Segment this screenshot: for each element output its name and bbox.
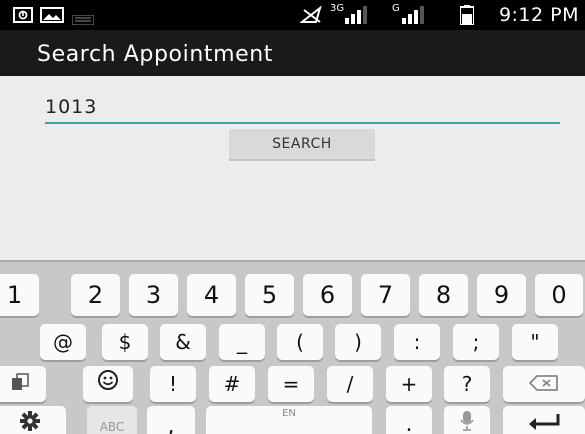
enter-key[interactable] [503,406,585,434]
key-6[interactable]: 6 [303,274,352,316]
key-5[interactable]: 5 [245,274,294,316]
clipboard-icon [11,366,29,402]
key-dollar[interactable]: $ [102,324,148,360]
status-time: 9:12 PM [498,4,579,26]
key-quote[interactable]: " [512,324,558,360]
key-7[interactable]: 7 [361,274,410,316]
screen: 3G G 9:12 PM Search Appointment 1013 SEA… [0,0,585,434]
signal-3g-icon [345,6,367,28]
backspace-icon [528,366,559,402]
microphone-key[interactable] [444,406,490,434]
page-title: Search Appointment [37,42,274,67]
backspace-key[interactable] [503,366,585,402]
network-type-g: G [392,3,400,14]
status-bar: 3G G 9:12 PM [0,0,585,30]
key-slash[interactable]: / [327,366,373,402]
key-colon[interactable]: : [394,324,440,360]
key-3[interactable]: 3 [129,274,178,316]
airplane-signal-icon [299,5,324,28]
key-open-paren[interactable]: ( [277,324,323,360]
keyboard-notification-icon [71,10,95,29]
key-semicolon[interactable]: ; [453,324,499,360]
key-exclamation[interactable]: ! [150,366,196,402]
key-equals[interactable]: = [268,366,314,402]
key-close-paren[interactable]: ) [335,324,381,360]
language-label: EN [282,408,296,419]
key-8[interactable]: 8 [419,274,468,316]
key-period[interactable]: . [386,406,432,434]
emoji-key[interactable] [83,366,133,402]
signal-g-icon [402,6,424,28]
key-2[interactable]: 2 [71,274,120,316]
emoji-icon [97,366,119,402]
microphone-icon [459,410,475,434]
abc-key[interactable]: ABC [87,406,137,434]
search-input[interactable]: 1013 [45,96,560,124]
key-at[interactable]: @ [40,324,86,360]
key-ampersand[interactable]: & [160,324,206,360]
search-content: 1013 SEARCH [0,76,585,260]
enter-icon [527,412,561,434]
network-type-3g: 3G [330,3,345,14]
battery-icon [459,5,475,29]
key-comma[interactable]: , [147,406,195,434]
settings-icon [19,410,41,434]
notification-icon [13,7,33,27]
key-question[interactable]: ? [444,366,490,402]
abc-label: ABC [99,420,125,434]
clipboard-key[interactable] [0,366,46,402]
key-4[interactable]: 4 [187,274,236,316]
key-plus[interactable]: + [386,366,432,402]
app-bar: Search Appointment [0,30,585,76]
search-button[interactable]: SEARCH [229,129,375,161]
settings-key[interactable] [0,406,66,434]
space-key[interactable]: EN [206,406,372,434]
key-hash[interactable]: # [209,366,255,402]
soft-keyboard: 1 2 3 4 5 6 7 8 9 0 @ $ & _ ( ) : ; " ! … [0,260,585,434]
key-1[interactable]: 1 [0,274,39,316]
key-0[interactable]: 0 [535,274,583,316]
image-icon [40,7,64,27]
key-underscore[interactable]: _ [219,324,265,360]
key-9[interactable]: 9 [477,274,526,316]
